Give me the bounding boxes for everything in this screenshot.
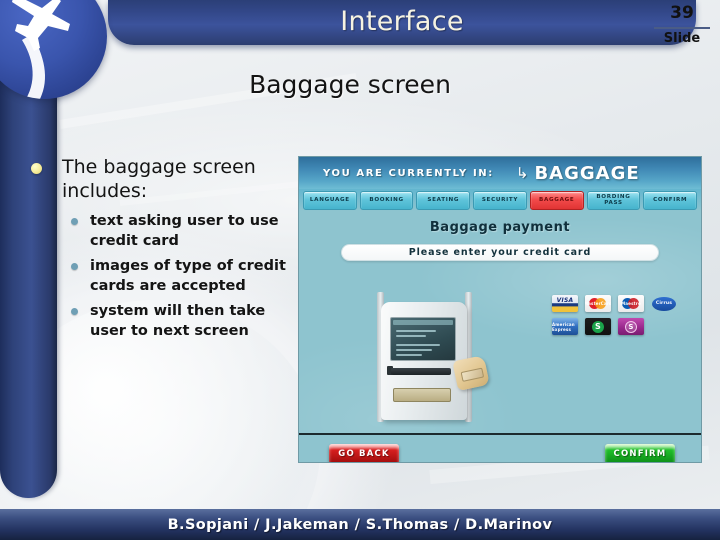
kiosk-screenshot: YOU ARE CURRENTLY IN: ↳ BAGGAGE LANGUAGE… xyxy=(298,156,702,463)
mastercard-label: MasterCard xyxy=(585,301,611,306)
list-item-label: text asking user to use credit card xyxy=(90,213,279,249)
machine-card-slot xyxy=(391,368,451,375)
list-item: images of type of credit cards are accep… xyxy=(62,256,302,296)
kiosk-footer-bar: GO BACK CONFIRM xyxy=(299,433,701,462)
kiosk-step-tabs: LANGUAGE BOOKING SEATING SECURITY BAGGAG… xyxy=(299,189,701,211)
machine-screen-line xyxy=(396,335,426,337)
body-content: The baggage screen includes: text asking… xyxy=(62,155,302,346)
hand-with-card xyxy=(452,355,490,391)
maestro-label: Maestro xyxy=(621,301,641,306)
kiosk-current-step: BAGGAGE xyxy=(534,162,640,184)
tab-confirm[interactable]: CONFIRM xyxy=(643,190,698,210)
switch-ring-glyph: S xyxy=(592,320,604,333)
tab-security[interactable]: SECURITY xyxy=(473,190,527,210)
amex-icon: American Express xyxy=(552,318,578,335)
footer-authors: B.Sopjani / J.Jakeman / S.Thomas / D.Mar… xyxy=(167,516,553,533)
machine-screen-topbar xyxy=(393,320,453,325)
payment-heading: Baggage payment xyxy=(429,220,571,235)
kiosk-main-panel: Baggage payment Please enter your credit… xyxy=(299,220,701,462)
machine-screen-line xyxy=(396,330,436,332)
bullet-dot-icon xyxy=(71,308,78,315)
list-item-label: system will then take user to next scree… xyxy=(90,303,266,339)
machine-receipt-tray xyxy=(393,388,451,402)
presentation-slide: Interface 39 Slide Baggage screen The ba… xyxy=(0,0,720,540)
cirrus-icon: Cirrus xyxy=(651,295,677,312)
machine-screen-line xyxy=(396,344,440,346)
credit-card-input[interactable]: Please enter your credit card xyxy=(341,244,659,261)
slide-footer: B.Sopjani / J.Jakeman / S.Thomas / D.Mar… xyxy=(0,509,720,540)
page-title: Interface xyxy=(340,5,464,37)
mastercard-icon: MasterCard xyxy=(585,295,611,312)
slide-number-divider xyxy=(654,27,710,29)
tab-language[interactable]: LANGUAGE xyxy=(303,190,357,210)
machine-screen xyxy=(390,317,456,361)
tab-seating[interactable]: SEATING xyxy=(416,190,471,210)
slide-number-block: 39 Slide xyxy=(650,2,714,46)
visa-icon: VISA xyxy=(552,295,578,312)
bullet-dot-icon xyxy=(71,263,78,270)
cirrus-label: Cirrus xyxy=(652,296,676,311)
slide-subtitle: Baggage screen xyxy=(249,70,451,99)
kiosk-machine-illustration xyxy=(367,292,490,427)
amex-label: American Express xyxy=(552,321,575,332)
arrow-icon: ↳ xyxy=(515,164,529,182)
list-item: text asking user to use credit card xyxy=(62,211,302,251)
sidebar-bullet-dot xyxy=(31,163,42,174)
kiosk-location-prompt: YOU ARE CURRENTLY IN: xyxy=(323,167,494,179)
list-item: system will then take user to next scree… xyxy=(62,301,302,341)
sub-bullet-list: text asking user to use credit card imag… xyxy=(62,211,302,341)
slide-number-label: Slide xyxy=(663,31,701,46)
kiosk-header-bar: YOU ARE CURRENTLY IN: ↳ BAGGAGE xyxy=(299,157,701,189)
machine-screen-line xyxy=(396,354,422,356)
switch-icon: S xyxy=(585,318,611,335)
maestro-icon: Maestro xyxy=(618,295,644,312)
tab-baggage[interactable]: BAGGAGE xyxy=(529,190,584,210)
solo-icon: S xyxy=(618,318,644,335)
go-back-button[interactable]: GO BACK xyxy=(329,444,399,462)
accepted-card-logos: VISA MasterCard Maestro Cirrus American … xyxy=(552,295,682,335)
bullet-dot-icon xyxy=(71,218,78,225)
slide-title-banner: Interface xyxy=(108,0,696,45)
machine-screen-line xyxy=(396,349,432,351)
tab-bording-pass[interactable]: BORDING PASS xyxy=(586,190,641,210)
credit-card-in-hand xyxy=(460,367,485,382)
solo-ring-glyph: S xyxy=(625,320,637,333)
visa-label: VISA xyxy=(556,297,574,304)
slide-number: 39 xyxy=(670,3,694,23)
tab-booking[interactable]: BOOKING xyxy=(359,190,414,210)
list-item-label: images of type of credit cards are accep… xyxy=(90,258,286,294)
confirm-button[interactable]: CONFIRM xyxy=(605,444,675,462)
lead-bullet-text: The baggage screen includes: xyxy=(62,156,256,202)
